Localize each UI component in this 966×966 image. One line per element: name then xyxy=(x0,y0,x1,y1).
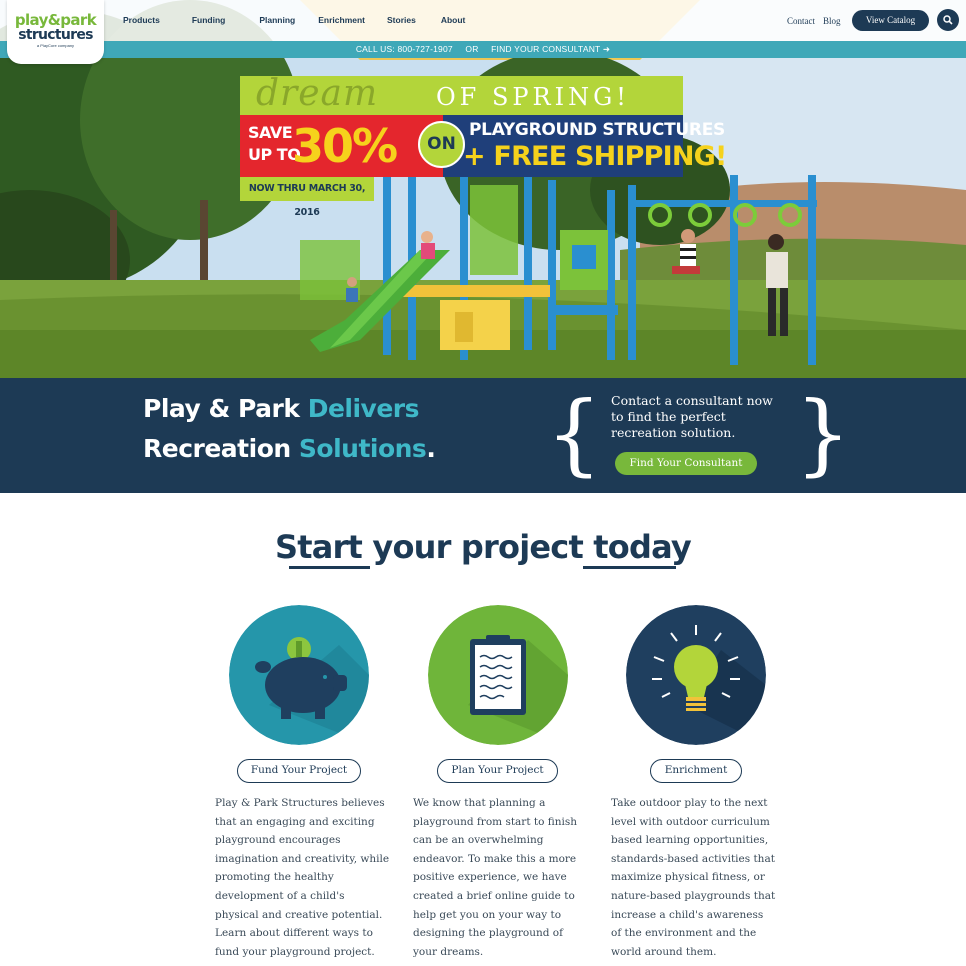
clipboard-icon xyxy=(428,605,568,745)
enrichment-button[interactable]: Enrichment xyxy=(650,759,742,783)
fund-project-button[interactable]: Fund Your Project xyxy=(237,759,361,783)
band-heading-part: Play & Park xyxy=(143,394,308,423)
today-underline xyxy=(583,566,676,569)
start-project-heading: Start your project today xyxy=(0,525,966,569)
band-heading-highlight: Delivers xyxy=(307,394,420,423)
promo-structures-text: PLAYGROUND STRUCTURES xyxy=(469,120,725,140)
nav-planning[interactable]: Planning xyxy=(259,0,295,41)
site-logo[interactable]: play&park structures a PlayCore company xyxy=(7,0,104,64)
promo-save: SAVE UP TO 30% xyxy=(240,115,443,177)
band-heading-line2: Recreation Solutions. xyxy=(143,432,436,466)
logo-play-park: play&park xyxy=(14,11,97,29)
enrichment-circle[interactable] xyxy=(626,605,766,745)
promo-percent: 30% xyxy=(292,119,398,173)
right-brace-icon: } xyxy=(795,382,851,485)
piggy-bank-icon xyxy=(229,605,369,745)
fund-project-text: Play & Park Structures believes that an … xyxy=(215,797,390,958)
left-brace-icon: { xyxy=(546,382,602,485)
logo-structures: structures xyxy=(18,27,93,43)
main-nav: Products Funding Planning Enrichment Sto… xyxy=(123,0,497,41)
nav-stories[interactable]: Stories xyxy=(387,0,416,41)
top-navigation: Products Funding Planning Enrichment Sto… xyxy=(0,0,966,41)
search-button[interactable] xyxy=(937,9,959,31)
call-bar: CALL US: 800-727-1907 OR FIND YOUR CONSU… xyxy=(0,41,966,58)
search-icon xyxy=(943,15,953,25)
nav-products[interactable]: Products xyxy=(123,0,160,41)
find-consultant-link[interactable]: FIND YOUR CONSULTANT ➜ xyxy=(491,44,610,54)
promo-dream-text: dream xyxy=(256,73,379,114)
promo-of-spring-text: OF SPRING! xyxy=(436,83,630,111)
nav-funding[interactable]: Funding xyxy=(192,0,226,41)
contact-link[interactable]: Contact xyxy=(787,16,815,26)
fund-project-circle[interactable] xyxy=(229,605,369,745)
view-catalog-button[interactable]: View Catalog xyxy=(852,10,929,31)
promo-shipping-text: + FREE SHIPPING! xyxy=(463,141,727,172)
promo-offer: PLAYGROUND STRUCTURES + FREE SHIPPING! xyxy=(443,115,727,177)
consultant-text: Contact a consultant now to find the per… xyxy=(611,393,773,440)
plan-project-circle[interactable] xyxy=(428,605,568,745)
utility-links: Contact Blog xyxy=(787,0,849,41)
solutions-band: Play & Park Delivers Recreation Solution… xyxy=(0,378,966,493)
hero-banner[interactable]: Products Funding Planning Enrichment Sto… xyxy=(0,0,966,378)
find-consultant-button[interactable]: Find Your Consultant xyxy=(615,452,757,475)
promo-date: NOW THRU MARCH 30, 2016 xyxy=(240,177,374,218)
blog-link[interactable]: Blog xyxy=(823,16,841,26)
nav-enrichment[interactable]: Enrichment xyxy=(318,0,365,41)
band-heading-line1: Play & Park Delivers xyxy=(143,392,420,426)
call-or: OR xyxy=(465,44,479,54)
plan-project-text: We know that planning a playground from … xyxy=(413,797,578,958)
start-underline xyxy=(289,566,370,569)
promo-dream-of-spring[interactable]: dream OF SPRING! xyxy=(240,73,683,115)
band-heading-period: . xyxy=(426,434,436,463)
promo-on-badge: ON xyxy=(418,121,465,168)
heading-word-today: today xyxy=(593,528,691,566)
logo-tagline: a PlayCore company xyxy=(36,43,75,48)
band-heading-highlight: Solutions xyxy=(298,434,427,463)
call-us-link[interactable]: CALL US: 800-727-1907 xyxy=(356,44,453,54)
lightbulb-icon xyxy=(626,605,766,745)
nav-about[interactable]: About xyxy=(441,0,466,41)
heading-word-start: Start xyxy=(275,528,363,566)
heading-middle: your project xyxy=(362,528,594,566)
band-heading-part: Recreation xyxy=(143,434,299,463)
plan-project-button[interactable]: Plan Your Project xyxy=(437,759,558,783)
enrichment-text: Take outdoor play to the next level with… xyxy=(611,797,776,958)
